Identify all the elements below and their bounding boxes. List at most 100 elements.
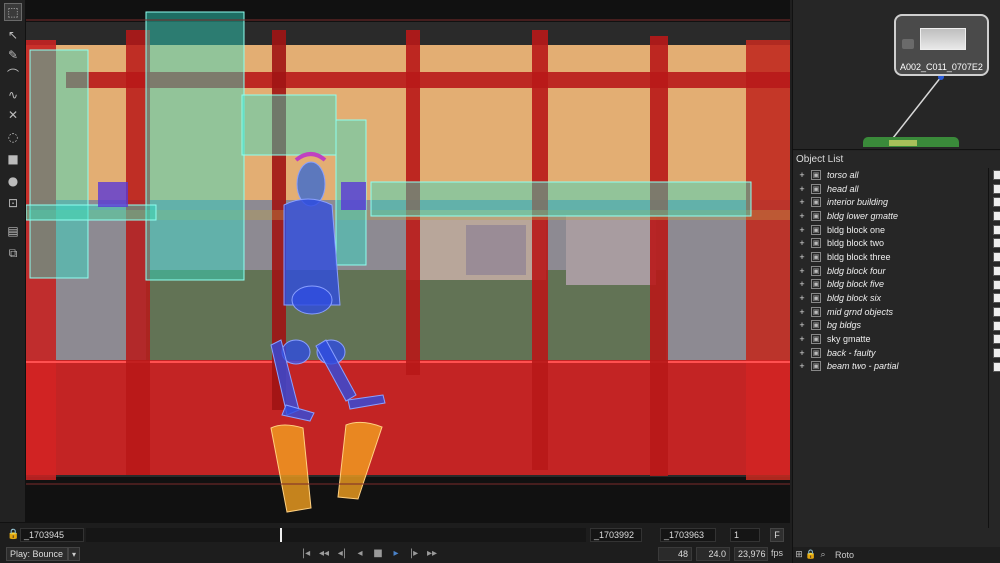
visibility-toggle[interactable] [993,279,1000,290]
start-frame-field[interactable]: _1703945 [20,528,84,542]
expand-icon[interactable]: + [793,361,811,371]
expand-icon[interactable]: + [793,348,811,358]
expand-icon[interactable]: + [793,266,811,276]
list-item[interactable]: + ▣ bg bldgs [793,319,1000,333]
list-item[interactable]: + ▣ bldg block six [793,291,1000,305]
list-item[interactable]: + ▣ interior building [793,195,1000,209]
visibility-toggle[interactable] [993,306,1000,317]
list-item[interactable]: + ▣ bldg block five [793,278,1000,292]
visibility-toggle[interactable] [993,347,1000,358]
list-item[interactable]: + ▣ bldg block one [793,223,1000,237]
frame-count: 48 [658,547,692,561]
step-forward-icon[interactable]: |▸ [408,548,420,559]
object-name: head all [827,183,859,194]
step-back-icon[interactable]: ◂| [336,548,348,559]
object-name: sky gmatte [827,334,871,345]
list-item[interactable]: + ▣ bldg block three [793,250,1000,264]
roto-app-window: ⬚ ↖ ✎ ⌒ ∿ ✕ ◌ ■ ● ⊡ ▤ ⧉ A002_C011_0707E2… [0,0,1000,563]
object-name: beam two - partial [827,361,899,372]
lock-icon[interactable]: 🔒 [805,550,817,560]
expand-icon[interactable]: + [793,238,811,248]
circle-icon[interactable]: ● [4,172,22,190]
expand-icon[interactable]: + [793,197,811,207]
visibility-toggle[interactable] [993,197,1000,208]
magnetic-icon[interactable]: ◌ [4,128,22,146]
roto-tab-label[interactable]: Roto [835,550,854,560]
object-list-title: Object List [796,154,844,165]
expand-icon[interactable]: + [793,211,811,221]
expand-icon[interactable]: + [793,279,811,289]
visibility-toggle[interactable] [993,361,1000,372]
list-item[interactable]: + ▣ back - faulty [793,346,1000,360]
object-list-panel: Object List + ▣ torso all + ▣ head all + ▣ inter… [793,151,1000,547]
play-mode-select[interactable]: Play: Bounce [6,547,68,561]
viewer-canvas[interactable] [26,0,790,522]
visibility-toggle[interactable] [993,170,1000,180]
shape-type-icon: ▣ [811,361,821,372]
list-item[interactable]: + ▣ head all [793,182,1000,196]
visibility-toggle[interactable] [993,183,1000,194]
shape-type-icon: ▣ [811,238,821,249]
node-graph[interactable]: A002_C011_0707E2 [793,0,1000,150]
visibility-toggle[interactable] [993,293,1000,304]
fps-field[interactable]: 24.0 [696,547,730,561]
list-item[interactable]: + ▣ torso all [793,168,1000,182]
fast-forward-icon[interactable]: ▸▸ [426,548,438,559]
list-item[interactable]: + ▣ mid grnd objects [793,305,1000,319]
arrow-icon[interactable]: ↖ [4,26,22,44]
add-icon[interactable]: ⊞ [793,550,805,560]
rectangle-icon[interactable]: ■ [4,150,22,168]
timeline-track[interactable] [86,528,586,542]
layers-icon[interactable]: ⧉ [4,244,22,262]
shape-type-icon: ▣ [811,251,821,262]
right-panel: A002_C011_0707E2 Object List + ▣ torso all… [792,0,1000,563]
shape-type-icon: ▣ [811,210,821,221]
move-points-icon[interactable]: ⊡ [4,194,22,212]
step-field[interactable]: 1 [730,528,760,542]
list-item[interactable]: + ▣ beam two - partial [793,360,1000,374]
f-button[interactable]: F [770,528,784,542]
expand-icon[interactable]: + [793,170,811,180]
visibility-toggle[interactable] [993,224,1000,235]
expand-icon[interactable]: + [793,184,811,194]
expand-icon[interactable]: + [793,320,811,330]
stop-icon[interactable]: ■ [372,548,384,559]
playhead[interactable] [280,528,282,542]
object-name: bldg block two [827,238,885,249]
play-reverse-icon[interactable]: ◂ [354,548,366,559]
keyframe-icon[interactable]: ▤ [4,222,22,240]
bspline-icon[interactable]: ⌒ [4,66,22,84]
object-name: mid grnd objects [827,306,894,317]
rewind-icon[interactable]: ◂◂ [318,548,330,559]
end-frame-field[interactable]: _1703992 [590,528,642,542]
expand-icon[interactable]: + [793,293,811,303]
expand-icon[interactable]: + [793,307,811,317]
visibility-toggle[interactable] [993,265,1000,276]
list-item[interactable]: + ▣ sky gmatte [793,332,1000,346]
list-item[interactable]: + ▣ bldg lower gmatte [793,209,1000,223]
node-port[interactable] [902,39,914,49]
chevron-down-icon[interactable]: ▾ [68,547,80,561]
list-item[interactable]: + ▣ bldg block two [793,236,1000,250]
pen-icon[interactable]: ✎ [4,46,22,64]
xspline-icon[interactable]: ✕ [4,106,22,124]
current-frame-field[interactable]: _1703963 [660,528,716,542]
visibility-toggle[interactable] [993,320,1000,331]
timeline-bar: 🔒 _1703945 _1703992 _1703963 1 F Play: B… [0,522,790,563]
lock-icon[interactable]: 🔒 [7,529,19,540]
expand-icon[interactable]: + [793,252,811,262]
shape-type-icon: ▣ [811,265,821,276]
expand-icon[interactable]: + [793,225,811,235]
transform-icon[interactable]: ⬚ [4,3,22,21]
bezier-icon[interactable]: ∿ [4,86,22,104]
visibility-toggle[interactable] [993,238,1000,249]
expand-icon[interactable]: + [793,334,811,344]
play-icon[interactable]: ▸ [390,548,402,559]
search-icon[interactable]: ⌕ [817,550,829,560]
list-item[interactable]: + ▣ bldg block four [793,264,1000,278]
visibility-toggle[interactable] [993,252,1000,263]
visibility-toggle[interactable] [993,211,1000,222]
visibility-toggle[interactable] [993,334,1000,345]
node-thumbnail [920,28,966,50]
go-to-start-icon[interactable]: |◂ [300,548,312,559]
